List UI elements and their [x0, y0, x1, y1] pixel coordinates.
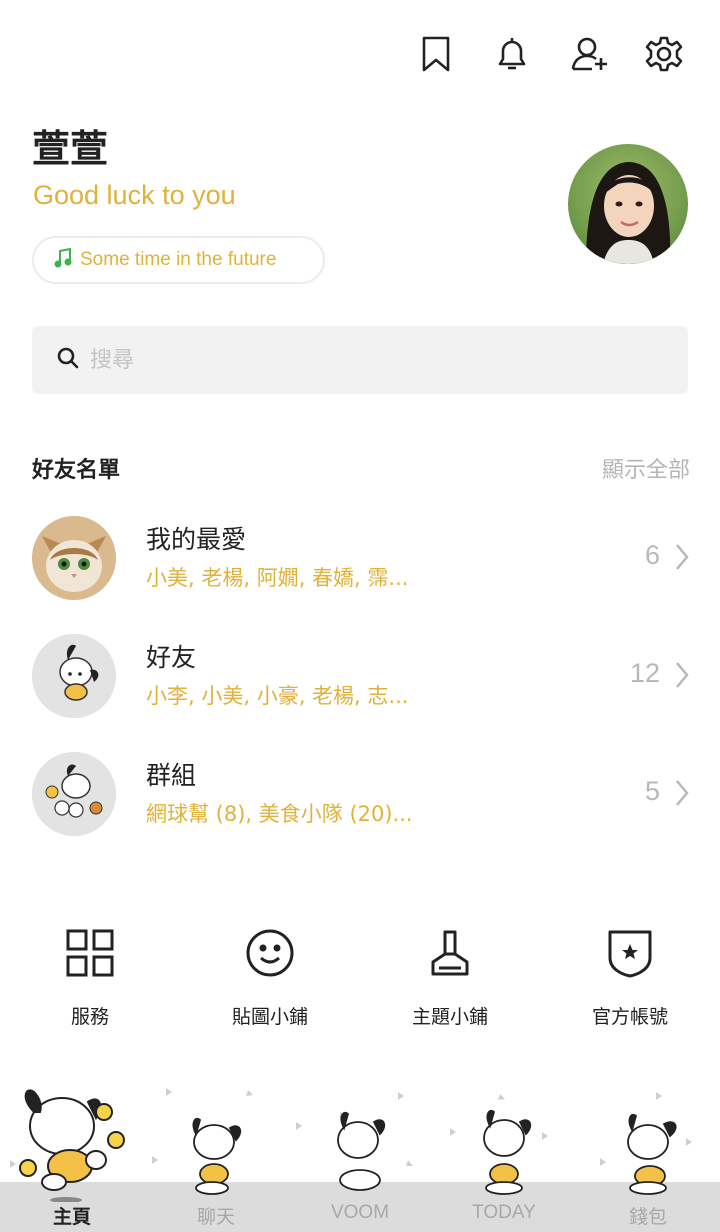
row-count: 12	[629, 658, 660, 688]
row-title: 好友	[146, 643, 197, 672]
music-note-icon	[54, 247, 72, 272]
service-button-official-accounts[interactable]: 官方帳號	[540, 926, 720, 1029]
shield-star-icon	[608, 930, 652, 978]
friend-group-row-friends[interactable]: 好友 小李, 小美, 小豪, 老楊, 志... 12	[0, 634, 720, 734]
row-subtitle: 網球幫 (8), 美食小隊 (20)...	[146, 802, 413, 826]
chevron-right-icon	[676, 662, 689, 688]
search-icon	[56, 346, 80, 374]
status-message[interactable]: Good luck to you	[33, 180, 236, 211]
tab-chats[interactable]: 聊天	[144, 1202, 288, 1229]
bell-icon[interactable]	[490, 32, 534, 76]
grid-icon	[66, 929, 114, 977]
brush-icon	[431, 930, 469, 976]
tab-wallet[interactable]: 錢包	[576, 1202, 720, 1229]
tab-today[interactable]: TODAY	[432, 1202, 576, 1224]
bookmark-icon[interactable]	[414, 32, 458, 76]
gear-icon[interactable]	[642, 32, 686, 76]
service-button-stickers[interactable]: 貼圖小鋪	[180, 926, 360, 1029]
tab-home[interactable]: 主頁	[0, 1202, 144, 1229]
add-friend-icon[interactable]	[568, 32, 612, 76]
friends-section-title: 好友名單	[32, 458, 121, 483]
row-title: 我的最愛	[146, 525, 247, 554]
row-title: 群組	[146, 761, 197, 790]
service-button-themes[interactable]: 主題小鋪	[360, 926, 540, 1029]
friend-group-row-groups[interactable]: 群組 網球幫 (8), 美食小隊 (20)... 5	[0, 752, 720, 852]
service-button-services[interactable]: 服務	[0, 926, 180, 1029]
chevron-right-icon	[676, 544, 689, 570]
row-count: 6	[644, 540, 660, 570]
search-bar[interactable]	[32, 326, 688, 394]
groups-thumbnail	[32, 752, 116, 836]
friend-group-row-favorites[interactable]: 我的最愛 小美, 老楊, 阿嫺, 春嬌, 霈... 6	[0, 516, 720, 616]
chevron-right-icon	[676, 780, 689, 806]
row-count: 5	[644, 776, 660, 806]
profile-music-chip[interactable]: Some time in the future	[32, 236, 325, 284]
friends-thumbnail	[32, 634, 116, 718]
profile-avatar[interactable]	[568, 144, 688, 264]
row-subtitle: 小李, 小美, 小豪, 老楊, 志...	[146, 684, 409, 708]
smiley-icon	[246, 929, 294, 977]
row-subtitle: 小美, 老楊, 阿嫺, 春嬌, 霈...	[146, 566, 409, 590]
service-label: 服務	[70, 1006, 109, 1028]
service-label: 貼圖小鋪	[231, 1006, 308, 1028]
tab-voom[interactable]: VOOM	[288, 1202, 432, 1224]
favorites-thumbnail	[32, 516, 116, 600]
service-label: 官方帳號	[591, 1006, 668, 1028]
search-input[interactable]	[90, 347, 650, 373]
show-all-link[interactable]: 顯示全部	[602, 452, 690, 484]
pochacco-decoration	[10, 1088, 692, 1202]
service-label: 主題小鋪	[411, 1006, 488, 1028]
profile-name[interactable]: 萱萱	[32, 118, 108, 173]
music-title: Some time in the future	[80, 249, 277, 270]
